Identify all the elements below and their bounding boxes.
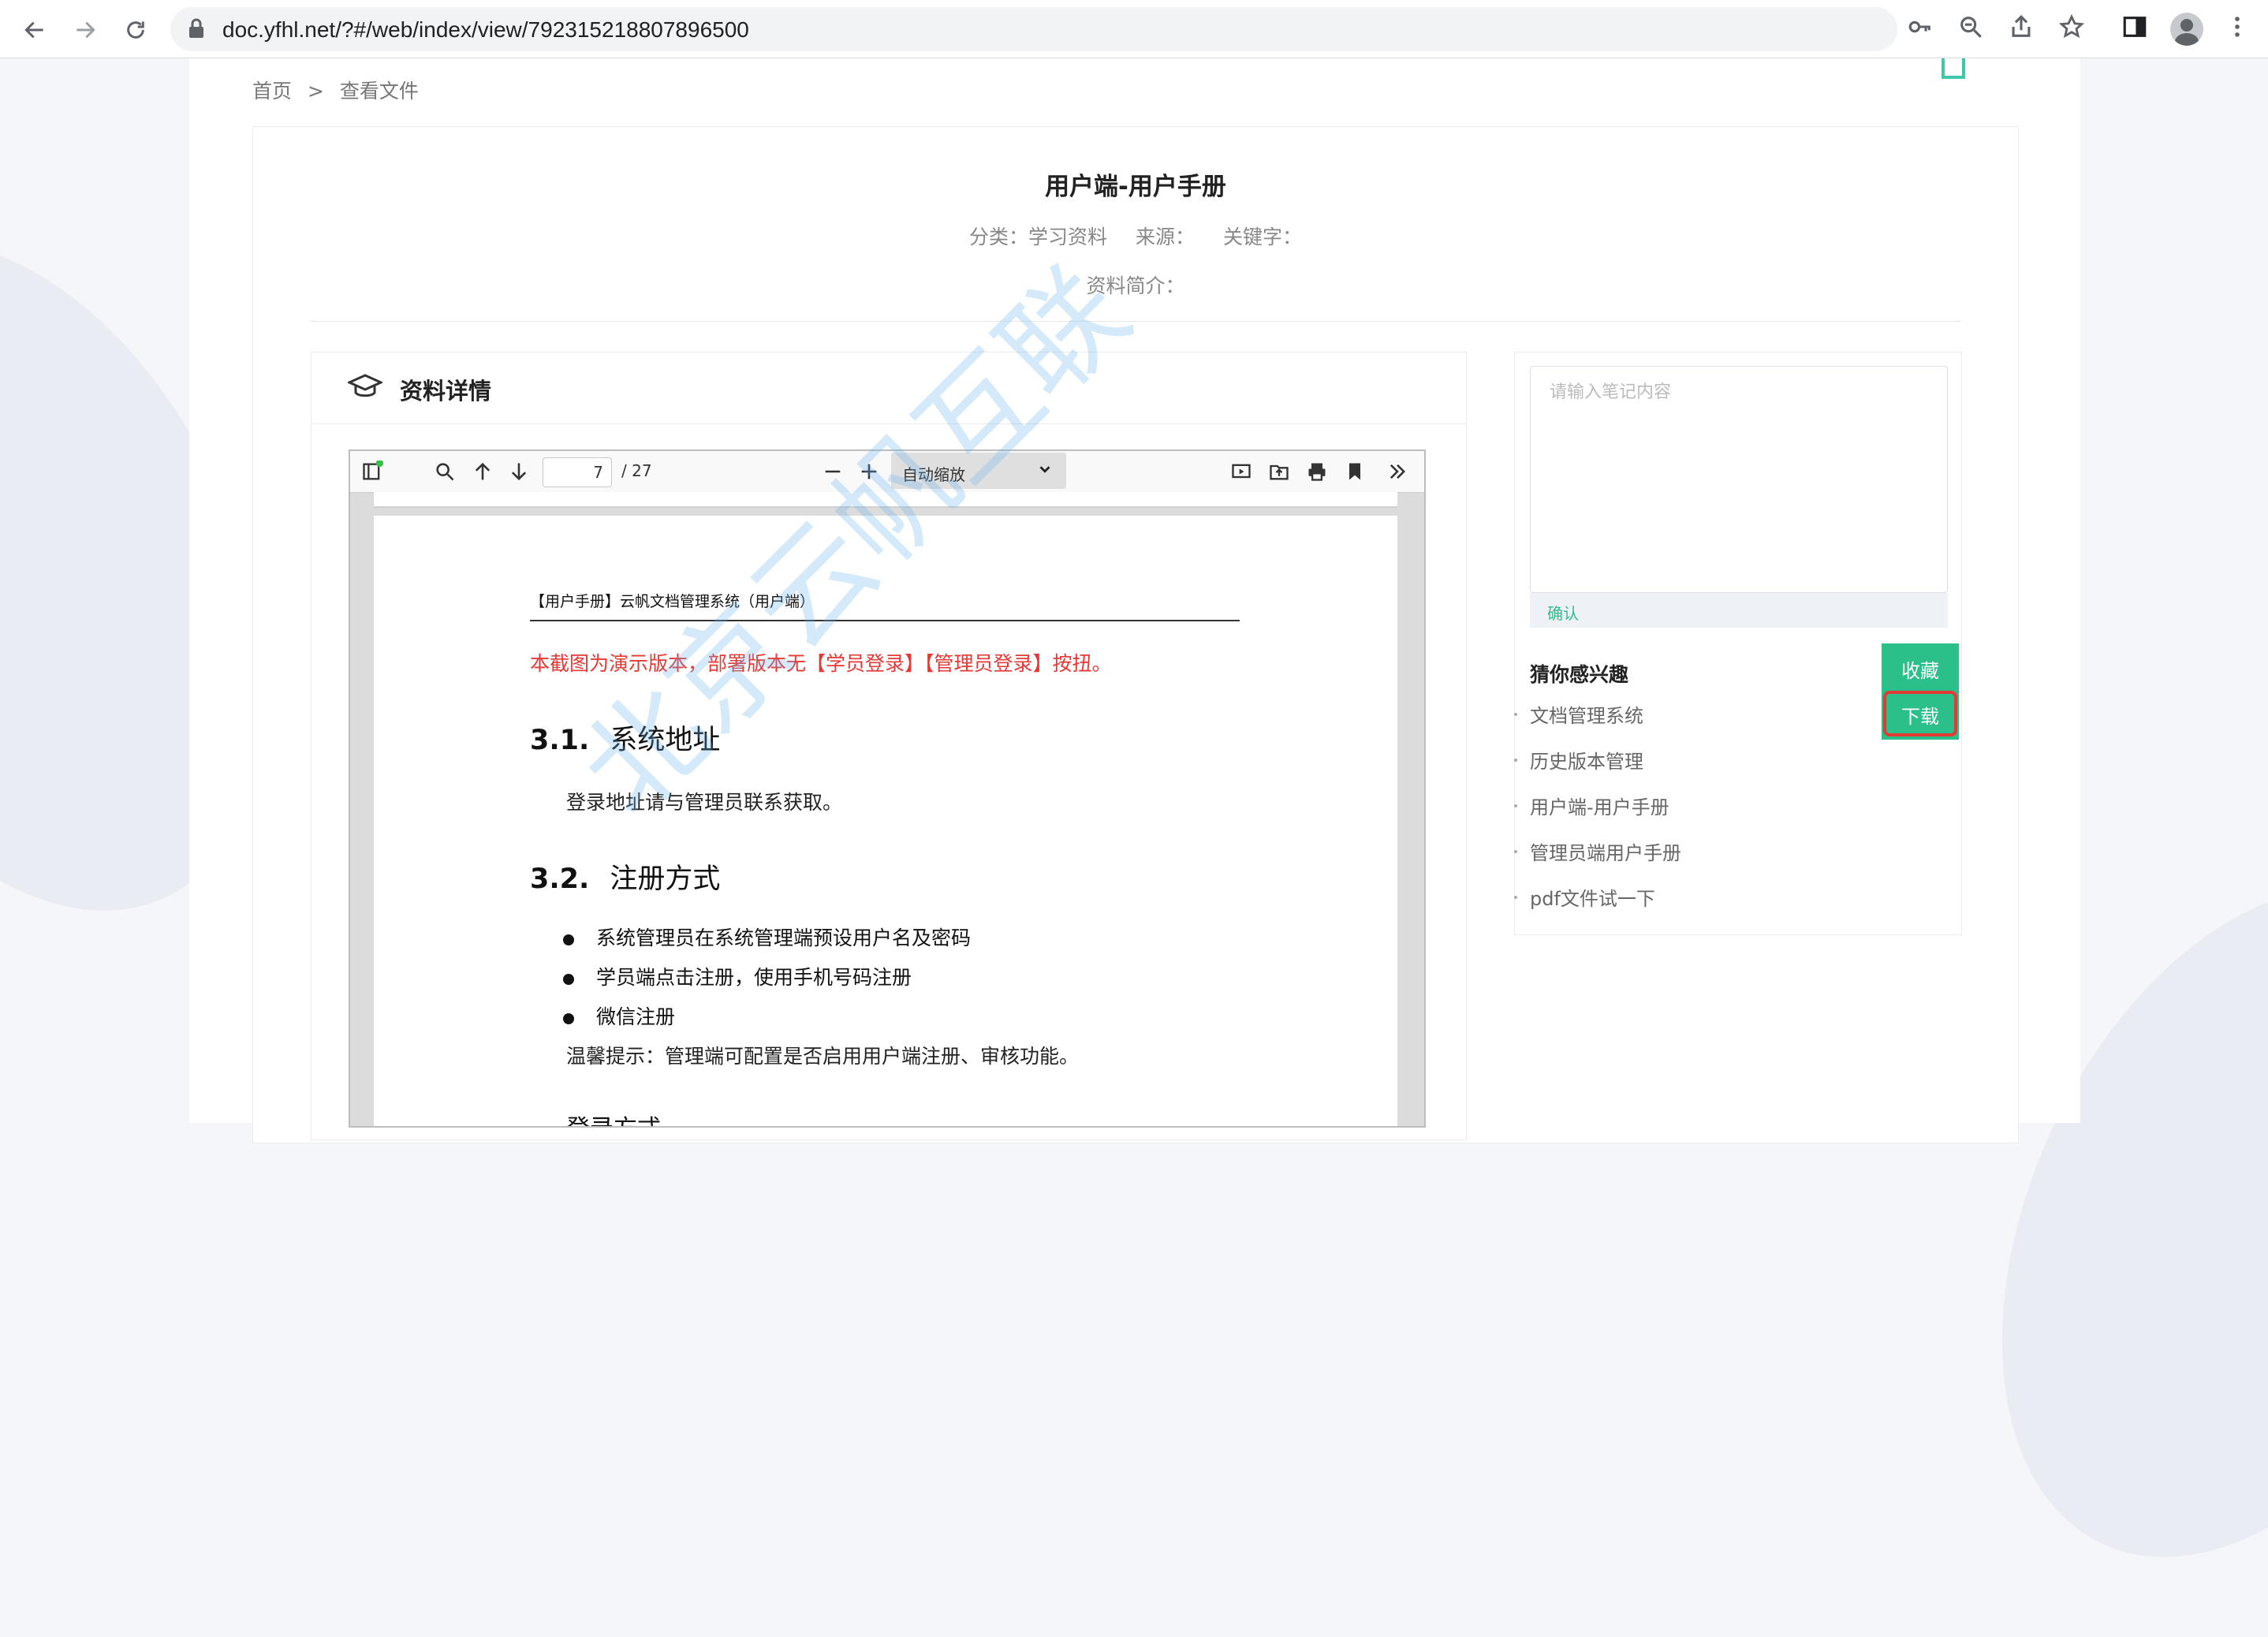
forward-icon[interactable]	[69, 14, 101, 46]
bookmark-icon[interactable]	[1342, 459, 1367, 484]
pdf-header-rule	[530, 620, 1240, 621]
note-confirm-button[interactable]: 确认	[1547, 601, 1579, 624]
bullet-text: 系统管理员在系统管理端预设用户名及密码	[596, 927, 972, 949]
note-textarea[interactable]	[1530, 366, 1948, 593]
key-icon[interactable]	[1907, 13, 1934, 43]
zoom-select[interactable]: 自动缩放	[891, 453, 1066, 489]
page-number-input[interactable]: 7	[543, 457, 612, 487]
document-meta: 分类：学习资料 来源： 关键字：	[253, 222, 2018, 250]
pdf-bullet: 微信注册	[563, 1001, 675, 1030]
recommend-item[interactable]: 管理员端用户手册	[1514, 837, 1681, 865]
chevron-down-icon	[1036, 461, 1054, 482]
bullet-text: 微信注册	[596, 1005, 676, 1028]
pdf-header-text: 【用户手册】云帆文档管理系统（用户端）	[530, 593, 815, 610]
recommend-item-label: 文档管理系统	[1530, 705, 1643, 727]
section-title: 系统地址	[610, 725, 721, 756]
sidebar-toggle-icon[interactable]	[360, 459, 385, 484]
bullet-text: 学员端点击注册，使用手机号码注册	[596, 966, 912, 989]
presentation-icon[interactable]	[1229, 459, 1254, 484]
download-highlight-outline	[1883, 691, 1957, 736]
document-title: 用户端-用户手册	[1045, 173, 1226, 201]
recommend-item-label: 历史版本管理	[1530, 751, 1643, 773]
breadcrumb-home[interactable]: 首页	[252, 80, 292, 103]
recommend-title: 猜你感兴趣	[1530, 663, 1629, 686]
pdf-section-heading: 3.2. 注册方式	[530, 856, 720, 897]
pdf-bullet: 学员端点击注册，使用手机号码注册	[563, 962, 912, 990]
pdf-notice: 本截图为演示版本，部署版本无【学员登录】【管理员登录】按扭。	[530, 652, 1112, 675]
search-icon[interactable]	[432, 459, 457, 484]
section-title: 注册方式	[610, 863, 721, 895]
breadcrumb: 首页 > 查看文件	[252, 76, 428, 104]
pdf-viewer: 7 / 27 自动缩放 【用户手册】云帆文档管理系统（用户端） 本截图为演示版本…	[349, 449, 1426, 1128]
recommend-item-label: pdf文件试一下	[1530, 888, 1655, 910]
sidebar-icon[interactable]	[2121, 13, 2148, 43]
lock-icon	[188, 18, 205, 42]
recommend-item-label: 用户端-用户手册	[1530, 796, 1669, 818]
section-number: 3.1.	[530, 725, 590, 756]
note-confirm-bar: 确认	[1530, 593, 1948, 628]
address-bar[interactable]: doc.yfhl.net/?#/web/index/view/792315218…	[170, 7, 1897, 51]
profile-icon[interactable]	[2170, 13, 2203, 46]
open-file-icon[interactable]	[1266, 459, 1292, 484]
divider	[310, 321, 1961, 322]
recommend-item[interactable]: 历史版本管理	[1514, 746, 1643, 774]
zoom-in-icon[interactable]	[856, 459, 882, 484]
back-icon[interactable]	[19, 14, 50, 46]
recommend-item[interactable]: 用户端-用户手册	[1514, 792, 1669, 819]
menu-icon[interactable]	[2224, 13, 2251, 43]
keywords-label: 关键字：	[1222, 226, 1302, 248]
star-icon[interactable]	[2058, 13, 2085, 43]
pdf-toolbar: 7 / 27 自动缩放	[350, 451, 1424, 493]
breadcrumb-separator: >	[307, 80, 324, 103]
pdf-tip: 温馨提示：管理端可配置是否启用用户端注册、审核功能。	[566, 1045, 1080, 1068]
recommend-item-label: 管理员端用户手册	[1530, 842, 1681, 864]
pdf-page: 【用户手册】云帆文档管理系统（用户端） 本截图为演示版本，部署版本无【学员登录】…	[374, 516, 1397, 1126]
source-label: 来源：	[1135, 226, 1195, 248]
zoom-icon[interactable]	[1957, 13, 1984, 43]
detail-title: 资料详情	[400, 378, 492, 405]
browser-toolbar: doc.yfhl.net/?#/web/index/view/792315218…	[0, 0, 2268, 58]
share-icon[interactable]	[2008, 13, 2035, 43]
pdf-next-heading: 登录方式	[566, 1109, 661, 1126]
teal-corner-mark	[1942, 58, 1965, 79]
print-icon[interactable]	[1304, 459, 1330, 484]
detail-header: 资料详情	[311, 352, 1466, 424]
previous-page-edge	[374, 492, 1397, 508]
pdf-section-heading: 3.1. 系统地址	[530, 718, 720, 758]
recommend-item[interactable]: pdf文件试一下	[1514, 883, 1655, 911]
arrow-up-icon[interactable]	[470, 459, 495, 484]
pdf-bullet: 系统管理员在系统管理端预设用户名及密码	[563, 923, 971, 951]
more-tools-icon[interactable]	[1385, 459, 1410, 484]
recommend-item[interactable]: 文档管理系统	[1514, 700, 1643, 728]
category-label: 分类：学习资料	[969, 226, 1108, 248]
favorite-button[interactable]: 收藏	[1882, 643, 1959, 694]
arrow-down-icon[interactable]	[506, 459, 532, 484]
breadcrumb-current[interactable]: 查看文件	[340, 80, 419, 103]
graduation-cap-icon	[346, 373, 384, 405]
section-number: 3.2.	[530, 863, 590, 895]
pdf-paragraph: 登录地址请与管理员联系获取。	[566, 791, 843, 814]
zoom-out-icon[interactable]	[820, 459, 845, 484]
page-total: / 27	[621, 461, 652, 480]
url-text: doc.yfhl.net/?#/web/index/view/792315218…	[222, 17, 749, 42]
reload-icon[interactable]	[120, 14, 151, 46]
zoom-value: 自动缩放	[902, 465, 965, 484]
summary-label: 资料简介：	[1086, 274, 1185, 297]
